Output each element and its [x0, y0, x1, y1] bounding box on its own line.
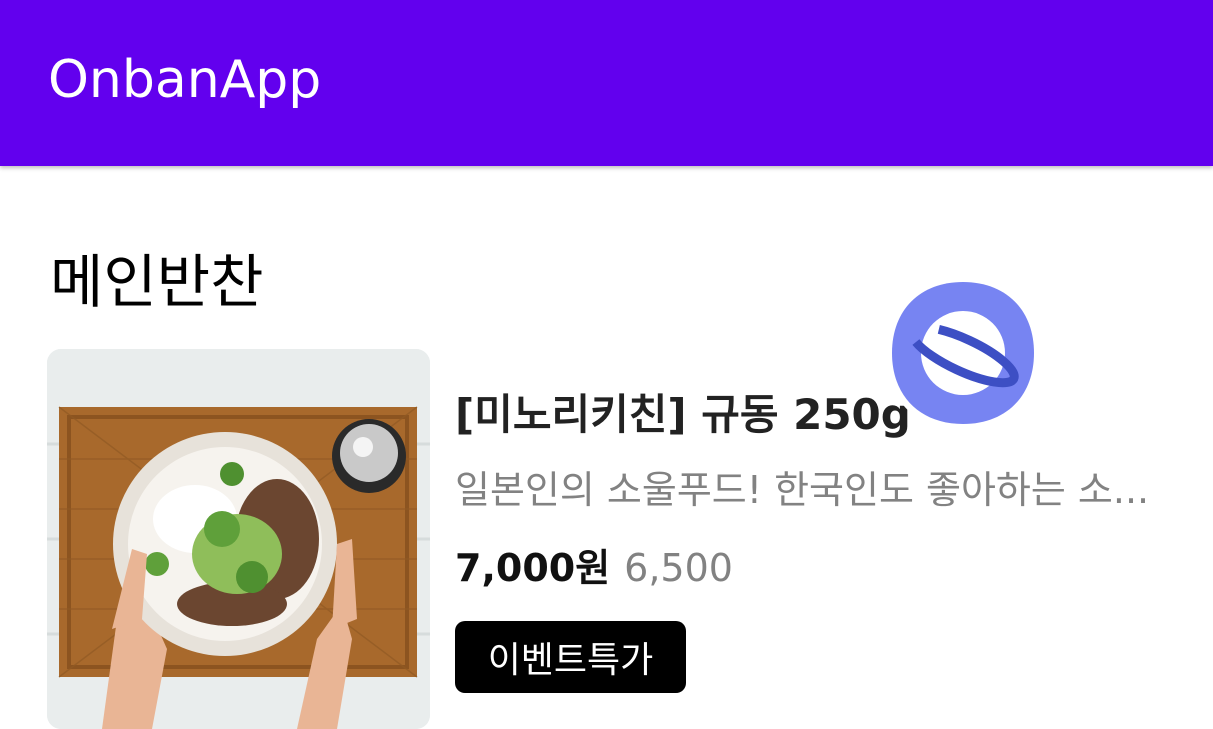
sale-price: 6,500 — [624, 546, 733, 590]
section-title: 메인반찬 — [50, 248, 264, 316]
price: 7,000원 — [455, 546, 611, 590]
event-badge: 이벤트특가 — [455, 621, 686, 693]
app-title: OnbanApp — [48, 50, 322, 110]
planet-icon — [886, 276, 1040, 430]
price-row: 7,000원 6,500 — [455, 546, 733, 592]
gyudon-bowl-photo — [47, 349, 430, 729]
samsung-internet-icon[interactable] — [882, 272, 1044, 434]
product-description: 일본인의 소울푸드! 한국인도 좋아하는 소... — [455, 468, 1150, 512]
product-name[interactable]: [미노리키친] 규동 250g — [455, 390, 911, 440]
product-image[interactable] — [47, 349, 430, 729]
app-bar: OnbanApp — [0, 0, 1213, 166]
